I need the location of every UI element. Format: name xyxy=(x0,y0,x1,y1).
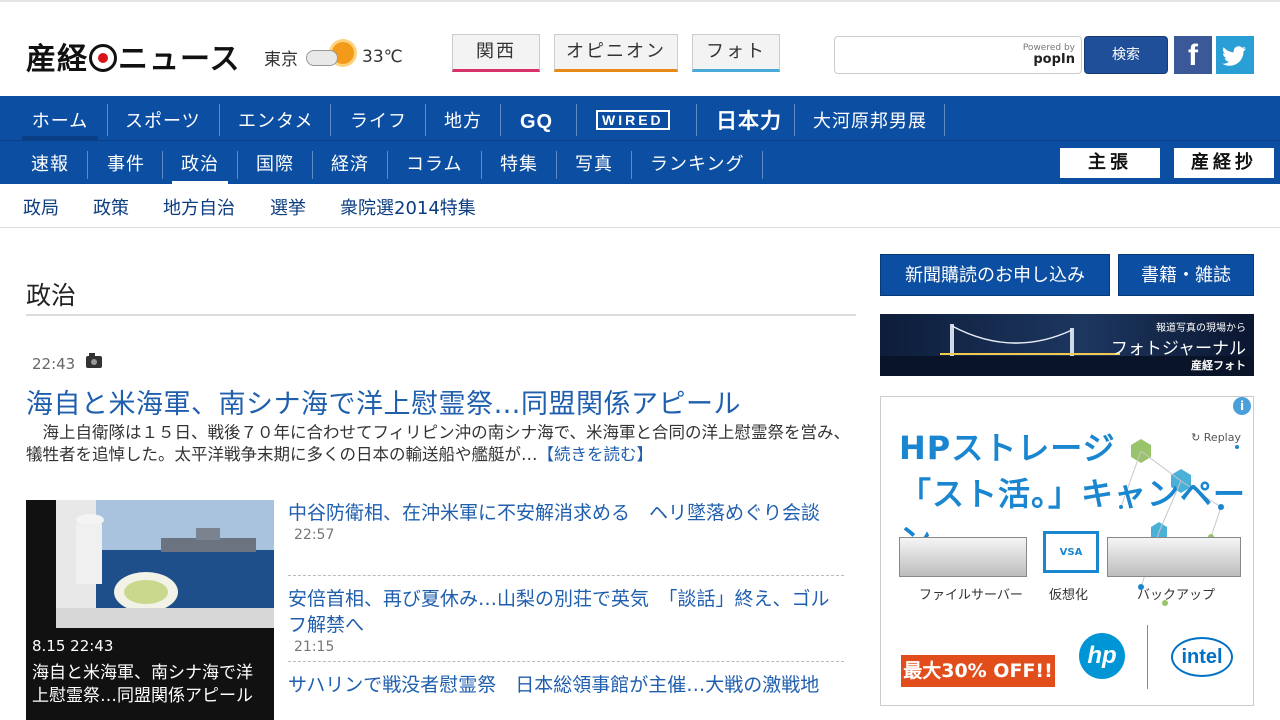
photo-journal-banner[interactable]: 報道写真の現場から フォトジャーナル 産経フォト xyxy=(880,314,1254,376)
tab-photo[interactable]: フォト xyxy=(692,34,780,72)
server-image xyxy=(899,537,1027,577)
page-title: 政治 xyxy=(26,281,77,310)
read-more-link[interactable]: 【続きを読む】 xyxy=(538,445,654,464)
nav-column[interactable]: コラム xyxy=(406,141,462,185)
nav-gq[interactable]: GQ xyxy=(520,96,553,140)
subnav-election-2014[interactable]: 衆院選2014特集 xyxy=(340,194,476,220)
lead-body-text: 海上自衛隊は１５日、戦後７０年に合わせてフィリピン沖の南シナ海で、米海軍と合同の… xyxy=(26,423,851,464)
ad-label-virtualization: 仮想化 xyxy=(1049,588,1089,603)
nav-home[interactable]: ホーム xyxy=(22,96,98,140)
banner-title: フォトジャーナル xyxy=(1110,339,1246,359)
intel-logo: intel xyxy=(1171,637,1233,677)
hp-storage-ad[interactable]: i HPストレージ 「スト活。」キャンペーン ↻ Replay VSA ファイル… xyxy=(880,396,1254,706)
search-box: Powered by popIn xyxy=(834,36,1082,74)
nav-life[interactable]: ライフ xyxy=(350,96,407,140)
news-time: 21:15 xyxy=(294,639,335,655)
nav-sports[interactable]: スポーツ xyxy=(125,96,201,140)
news-title[interactable]: 安倍首相、再び夏休み…山梨の別荘で英気 「談話」終え、ゴルフ解禁へ xyxy=(288,586,844,638)
search-input[interactable] xyxy=(843,43,1023,69)
news-time: 22:57 xyxy=(294,527,335,543)
ceremony-photo xyxy=(56,500,274,628)
site-logo[interactable]: 産経 ニュース xyxy=(26,34,241,78)
nav-wired[interactable]: WIRED xyxy=(596,110,670,130)
ad-label-file-server: ファイルサーバー xyxy=(919,588,1023,603)
subnav-senkyo[interactable]: 選挙 xyxy=(270,194,306,220)
weather-city: 東京 xyxy=(264,49,298,70)
site-header: 産経 ニュース 東京 33℃ 関西 オピニオン フォト Powered by po… xyxy=(0,2,1280,96)
news-item[interactable]: 安倍首相、再び夏休み…山梨の別荘で英気 「談話」終え、ゴルフ解禁へ 21:15 xyxy=(288,586,844,662)
title-divider xyxy=(26,314,856,316)
popin-logo: popIn xyxy=(1033,52,1075,67)
logo-mark-icon xyxy=(89,44,117,72)
lead-summary: 海上自衛隊は１５日、戦後７０年に合わせてフィリピン沖の南シナ海で、米海軍と合同の… xyxy=(26,422,856,466)
twitter-icon[interactable] xyxy=(1216,36,1254,74)
camera-icon xyxy=(86,353,102,368)
logo-divider xyxy=(1147,625,1148,689)
nav-entame[interactable]: エンタメ xyxy=(238,96,313,140)
photo-card-time: 8.15 22:43 xyxy=(32,637,114,655)
facebook-icon[interactable]: f xyxy=(1174,36,1212,74)
sankeisho-button[interactable]: 産経抄 xyxy=(1174,148,1274,178)
banner-brand: 産経フォト xyxy=(1191,359,1246,372)
nav-nihonryoku[interactable]: 日本力 xyxy=(716,96,782,140)
ad-replay[interactable]: ↻ Replay xyxy=(1191,431,1241,444)
nav-kokusai[interactable]: 国際 xyxy=(256,141,294,185)
nav-keizai[interactable]: 経済 xyxy=(331,141,369,185)
nav-sokuhou[interactable]: 速報 xyxy=(31,141,69,185)
nav-jiken[interactable]: 事件 xyxy=(107,141,145,185)
lead-headline[interactable]: 海自と米海軍、南シナ海で洋上慰霊祭…同盟関係アピール xyxy=(26,382,741,421)
subscribe-button[interactable]: 新聞購読のお申し込み xyxy=(880,254,1110,296)
hp-logo: hp xyxy=(1079,633,1125,679)
ad-headline-1: HPストレージ xyxy=(899,429,1116,467)
photo-card[interactable]: 8.15 22:43 海自と米海軍、南シナ海で洋上慰霊祭…同盟関係アピール xyxy=(26,500,274,720)
subnav-seisaku[interactable]: 政策 xyxy=(93,194,129,220)
tab-opinion[interactable]: オピニオン xyxy=(554,34,678,72)
search-button[interactable]: 検索 xyxy=(1084,36,1168,74)
top-tabs: 関西 オピニオン フォト xyxy=(452,34,780,72)
secondary-nav: 速報 事件 政治 国際 経済 コラム 特集 写真 ランキング 主張 産経抄 xyxy=(0,140,1280,184)
news-title[interactable]: サハリンで戦没者慰霊祭 日本総領事館が主催…大戦の激戦地 xyxy=(288,672,844,698)
news-title[interactable]: 中谷防衛相、在沖米軍に不安解消求める ヘリ墜落めぐり会談 xyxy=(288,500,844,526)
ad-info-icon[interactable]: i xyxy=(1233,397,1251,415)
nav-chihou[interactable]: 地方 xyxy=(444,96,482,140)
photo-card-caption[interactable]: 海自と米海軍、南シナ海で洋上慰霊祭…同盟関係アピール xyxy=(32,662,268,708)
nav-seiji[interactable]: 政治 xyxy=(181,141,219,185)
nav-tokushu[interactable]: 特集 xyxy=(500,141,538,185)
ad-label-backup: バックアップ xyxy=(1137,588,1216,603)
subnav-chihou-jichi[interactable]: 地方自治 xyxy=(163,194,235,220)
books-button[interactable]: 書籍・雑誌 xyxy=(1118,254,1254,296)
popin-badge: Powered by popIn xyxy=(1023,43,1075,67)
weather-temp: 33℃ xyxy=(362,47,403,67)
cloud-sun-icon xyxy=(306,42,354,72)
ad-replay-label: Replay xyxy=(1203,431,1241,444)
subnav-seikyoku[interactable]: 政局 xyxy=(23,194,59,220)
lead-timestamp: 22:43 xyxy=(32,355,76,373)
ad-offer-badge: 最大30% OFF!! xyxy=(901,655,1055,687)
shucho-button[interactable]: 主張 xyxy=(1060,148,1160,178)
nav-ranking[interactable]: ランキング xyxy=(650,141,744,185)
server-image xyxy=(1107,537,1241,577)
nav-shashin[interactable]: 写真 xyxy=(575,141,613,185)
news-item[interactable]: 中谷防衛相、在沖米軍に不安解消求める ヘリ墜落めぐり会談 22:57 xyxy=(288,500,844,576)
news-item[interactable]: サハリンで戦没者慰霊祭 日本総領事館が主催…大戦の激戦地 xyxy=(288,672,844,720)
primary-nav: ホーム スポーツ エンタメ ライフ 地方 GQ WIRED 日本力 大河原邦男展 xyxy=(0,96,1280,140)
banner-subtitle: 報道写真の現場から xyxy=(1156,323,1246,334)
vsa-icon: VSA xyxy=(1043,531,1099,573)
sub-nav: 政局 政策 地方自治 選挙 衆院選2014特集 xyxy=(0,184,1280,228)
nav-okawara-exhibition[interactable]: 大河原邦男展 xyxy=(813,96,927,140)
weather-widget: 東京 33℃ xyxy=(264,42,403,72)
tab-kansai[interactable]: 関西 xyxy=(452,34,540,72)
